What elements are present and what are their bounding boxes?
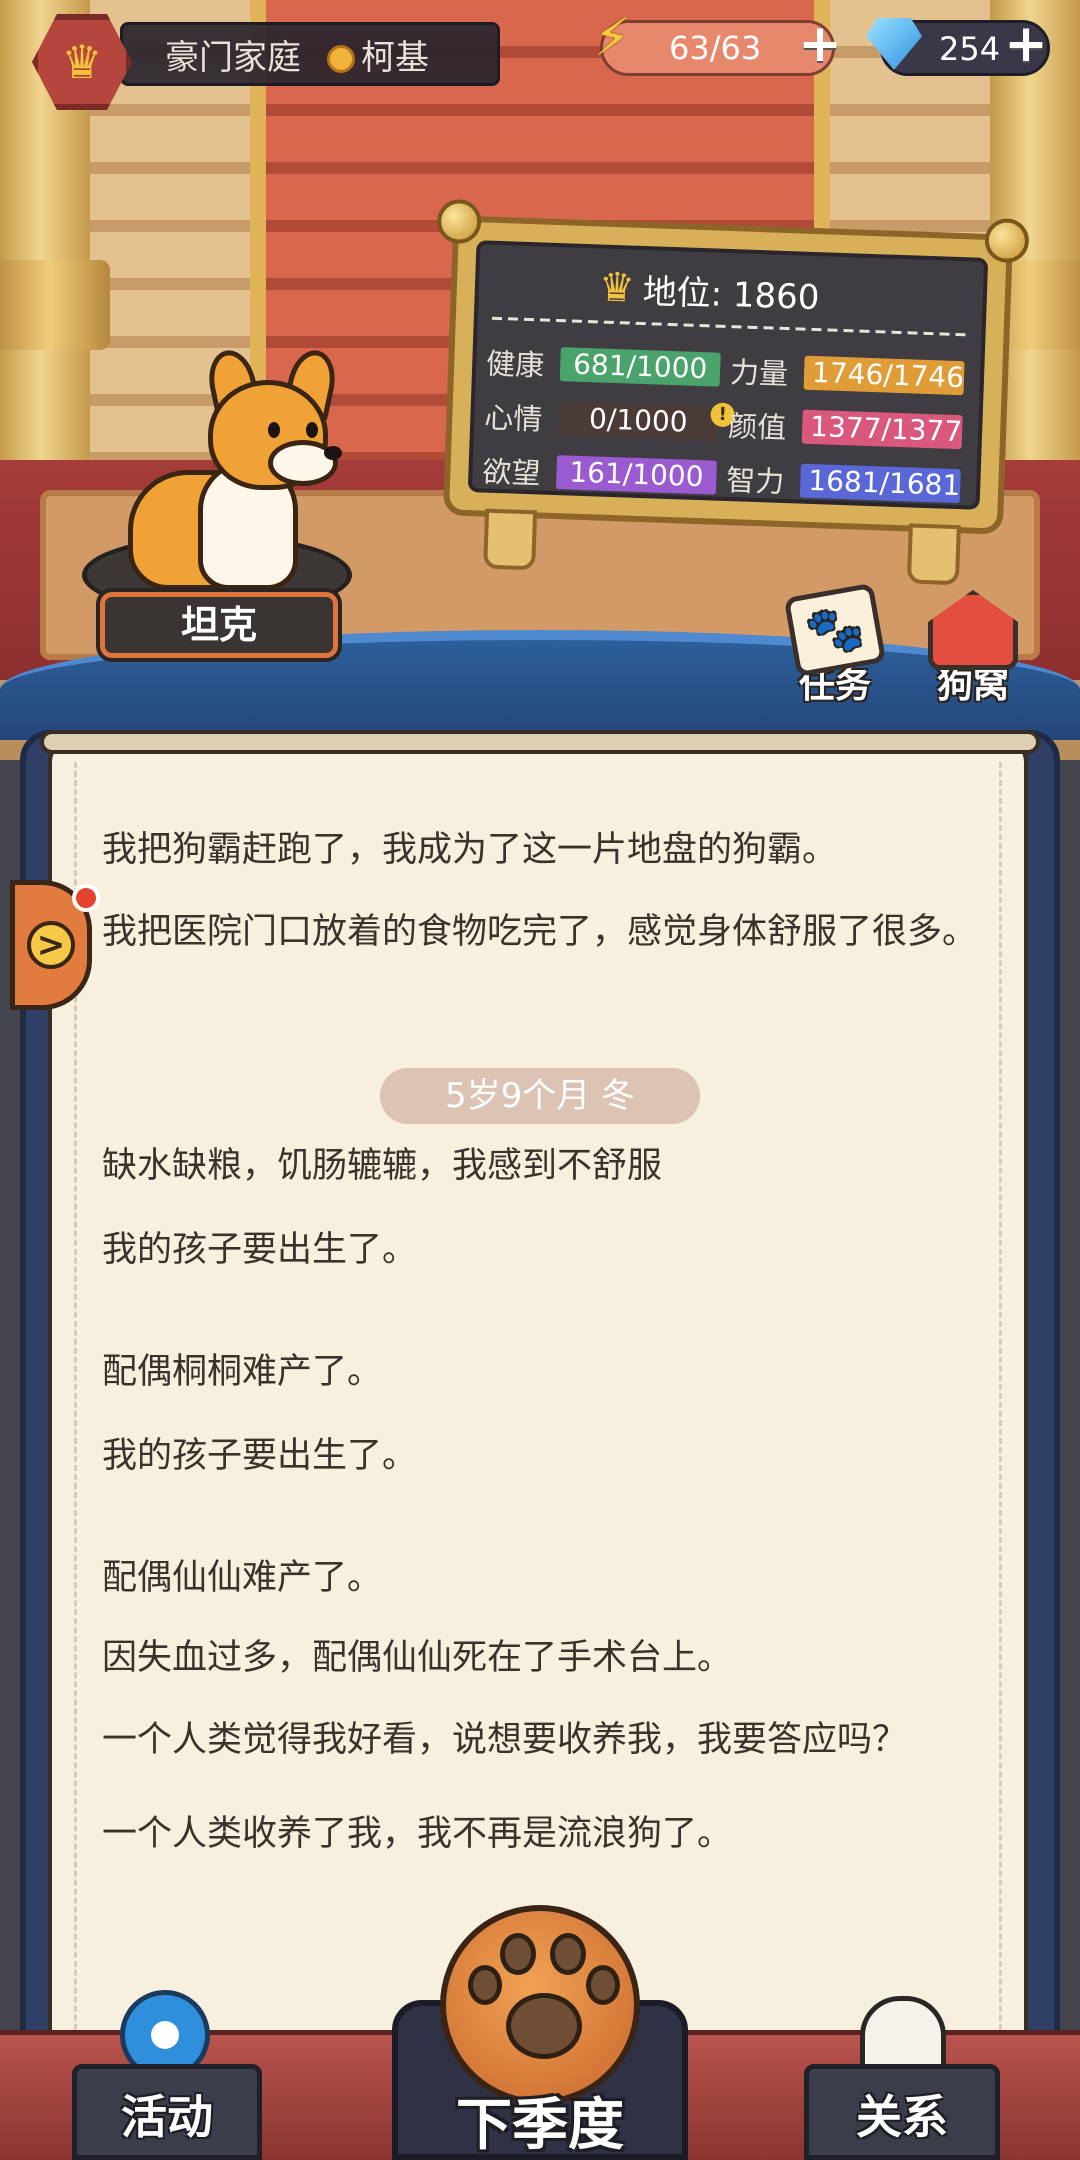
stat-value: 681/1000 bbox=[559, 347, 721, 387]
paw-toe bbox=[468, 1965, 502, 2005]
kennel-button[interactable]: 狗窝 bbox=[928, 590, 1018, 708]
add-energy-button[interactable]: + bbox=[798, 18, 842, 70]
relations-button[interactable]: 关系 bbox=[804, 2064, 1000, 2160]
board-leg bbox=[483, 508, 538, 571]
stat-label: 颜值 bbox=[727, 409, 787, 446]
dog-nose bbox=[324, 446, 342, 460]
paw-toe bbox=[550, 1933, 586, 1975]
paw-pad bbox=[506, 1993, 582, 2059]
log-line: 我的孩子要出生了。 bbox=[102, 1436, 418, 1476]
tasks-button[interactable]: 🐾 任务 bbox=[783, 582, 887, 708]
stat-label: 力量 bbox=[729, 355, 789, 392]
paw-toe bbox=[586, 1965, 620, 2005]
paw-icon[interactable] bbox=[440, 1905, 640, 2105]
board-leg bbox=[906, 523, 961, 586]
board-panel: ♛ 地位: 1860 健康 681/1000 心情 0/1000 ! 欲望 16… bbox=[467, 240, 989, 510]
crown-icon: ♛ bbox=[61, 35, 103, 89]
paw-toe bbox=[500, 1933, 536, 1975]
paw-notebook-icon: 🐾 bbox=[783, 582, 887, 678]
corgi-dog[interactable] bbox=[118, 345, 358, 590]
log-line: 配偶仙仙难产了。 bbox=[102, 1558, 383, 1598]
stat-value: 1377/1377 bbox=[801, 409, 963, 450]
log-line: 配偶桐桐难产了。 bbox=[102, 1352, 383, 1392]
dog-name-plate[interactable]: 坦克 bbox=[100, 592, 338, 658]
stat-intelligence: 智力 1681/1681 bbox=[726, 457, 961, 507]
status-row: ♛ 地位: 1860 bbox=[598, 262, 820, 319]
chevron-right-icon: > bbox=[27, 921, 75, 969]
breed-label: 柯基 bbox=[361, 37, 429, 78]
status-value: 地位: 1860 bbox=[642, 271, 821, 319]
board-knob-icon bbox=[436, 198, 482, 245]
family-title-bar[interactable]: 豪门家庭 柯基 bbox=[120, 22, 500, 86]
dog-eye bbox=[306, 422, 318, 438]
log-line: 缺水缺粮，饥肠辘辘，我感到不舒服 bbox=[102, 1146, 663, 1186]
stat-mood: 心情 0/1000 ! bbox=[483, 395, 736, 446]
dog-eye bbox=[268, 422, 280, 438]
log-line: 我把医院门口放着的食物吃完了，感觉身体舒服了很多。 bbox=[102, 912, 978, 952]
pillar-base-left bbox=[0, 260, 110, 350]
stat-value: 161/1000 bbox=[555, 455, 718, 495]
stat-value: 0/1000 bbox=[557, 401, 719, 441]
scroll-rod bbox=[40, 730, 1040, 754]
stats-board: ♛ 地位: 1860 健康 681/1000 心情 0/1000 ! 欲望 16… bbox=[436, 198, 1030, 586]
log-line: 我把狗霸赶跑了，我成为了这一片地盘的狗霸。 bbox=[102, 830, 838, 870]
stat-label: 智力 bbox=[725, 463, 785, 500]
medal-icon bbox=[327, 45, 355, 73]
lightning-icon: ⚡ bbox=[594, 8, 631, 68]
season-tag: 5岁9个月 冬 bbox=[380, 1068, 700, 1124]
breed-tag: 柯基 bbox=[327, 30, 429, 79]
stat-label: 健康 bbox=[485, 346, 545, 383]
notification-dot bbox=[72, 884, 100, 912]
log-line: 一个人类觉得我好看，说想要收养我，我要答应吗？ bbox=[102, 1720, 908, 1760]
family-title: 豪门家庭 bbox=[165, 37, 301, 78]
log-line: 一个人类收养了我，我不再是流浪狗了。 bbox=[102, 1814, 733, 1854]
stat-value: 1681/1681 bbox=[799, 463, 961, 504]
stat-label: 心情 bbox=[483, 400, 543, 437]
stat-value: 1746/1746 bbox=[803, 355, 965, 396]
crown-icon: ♛ bbox=[598, 263, 636, 312]
dog-house-icon bbox=[928, 590, 1018, 670]
stat-looks: 颜值 1377/1377 bbox=[728, 403, 963, 453]
stat-strength: 力量 1746/1746 bbox=[729, 349, 965, 399]
energy-value: 63/63 bbox=[669, 29, 762, 67]
stat-label: 欲望 bbox=[481, 454, 542, 491]
gem-value: 254 bbox=[939, 30, 1001, 68]
stat-desire: 欲望 161/1000 bbox=[481, 449, 718, 499]
divider bbox=[491, 316, 968, 337]
log-line: 因失血过多，配偶仙仙死在了手术台上。 bbox=[102, 1638, 733, 1678]
add-gems-button[interactable]: + bbox=[1004, 18, 1048, 70]
activity-button[interactable]: 活动 bbox=[72, 2064, 262, 2160]
next-season-label: 下季度 bbox=[456, 2093, 624, 2158]
log-line: 我的孩子要出生了。 bbox=[102, 1230, 418, 1270]
kennel-label: 狗窝 bbox=[936, 665, 1009, 706]
stat-health: 健康 681/1000 bbox=[486, 341, 721, 391]
